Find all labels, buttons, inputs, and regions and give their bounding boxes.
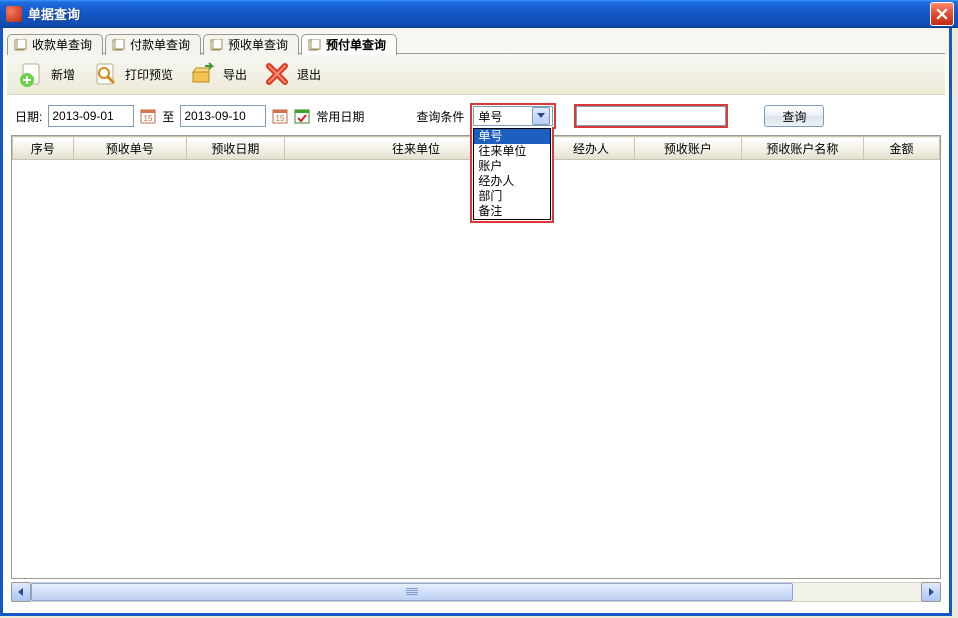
- preview-icon: [91, 60, 119, 88]
- col-handler[interactable]: 经办人: [548, 137, 635, 160]
- condition-select[interactable]: 单号: [473, 106, 553, 126]
- tab-label: 收款单查询: [32, 38, 92, 52]
- scroll-track[interactable]: [31, 582, 921, 602]
- condition-dropdown: 单号 往来单位 账户 经办人 部门 备注: [470, 127, 554, 223]
- condition-option[interactable]: 部门: [474, 189, 550, 204]
- condition-selected: 单号: [478, 108, 502, 125]
- condition-option[interactable]: 单号: [474, 129, 550, 144]
- app-icon: [6, 6, 22, 22]
- condition-option[interactable]: 账户: [474, 159, 550, 174]
- doc-icon: [112, 39, 126, 51]
- doc-icon: [14, 39, 28, 51]
- new-label: 新增: [51, 66, 75, 83]
- doc-icon: [308, 39, 322, 51]
- print-preview-button[interactable]: 打印预览: [87, 58, 177, 90]
- col-bill-no[interactable]: 预收单号: [73, 137, 186, 160]
- tab-payment-query[interactable]: 付款单查询: [105, 34, 201, 55]
- date-to-input[interactable]: [180, 105, 266, 127]
- calendar-icon[interactable]: 15: [272, 108, 288, 124]
- export-label: 导出: [223, 66, 247, 83]
- date-from-input[interactable]: [48, 105, 134, 127]
- condition-option[interactable]: 备注: [474, 204, 550, 219]
- search-input-wrap: [574, 104, 728, 128]
- new-button[interactable]: 新增: [13, 58, 79, 90]
- tab-prereceipt-query[interactable]: 预收单查询: [203, 34, 299, 55]
- query-row: 日期: 15 至 15 常用日期 查询条件 单号 单号 往来: [7, 95, 945, 135]
- col-bill-date[interactable]: 预收日期: [186, 137, 284, 160]
- search-button[interactable]: 查询: [764, 105, 824, 127]
- common-dates-label: 常用日期: [316, 108, 364, 125]
- tab-prepayment-query[interactable]: 预付单查询: [301, 34, 397, 55]
- common-dates-icon[interactable]: [294, 108, 310, 124]
- scroll-right-button[interactable]: [921, 582, 941, 602]
- tab-label: 付款单查询: [130, 38, 190, 52]
- tab-strip: 收款单查询 付款单查询 预收单查询 预付单查询: [3, 28, 949, 54]
- svg-text:15: 15: [144, 114, 153, 123]
- exit-label: 退出: [297, 66, 321, 83]
- tab-receipt-query[interactable]: 收款单查询: [7, 34, 103, 55]
- calendar-icon[interactable]: 15: [140, 108, 156, 124]
- exit-icon: [263, 60, 291, 88]
- grip-icon: [406, 588, 418, 596]
- horizontal-scrollbar[interactable]: [11, 583, 941, 601]
- col-index[interactable]: 序号: [13, 137, 74, 160]
- toolbar: 新增 打印预览 导出 退出: [7, 54, 945, 95]
- tab-label: 预付单查询: [326, 38, 386, 52]
- close-icon: [936, 8, 948, 20]
- add-icon: [17, 60, 45, 88]
- svg-text:15: 15: [276, 114, 285, 123]
- col-amount[interactable]: 金额: [864, 137, 940, 160]
- doc-icon: [210, 39, 224, 51]
- preview-label: 打印预览: [125, 66, 173, 83]
- export-button[interactable]: 导出: [185, 58, 251, 90]
- close-button[interactable]: [930, 2, 954, 26]
- col-acct-name[interactable]: 预收账户名称: [741, 137, 863, 160]
- condition-option[interactable]: 往来单位: [474, 144, 550, 159]
- date-label: 日期:: [15, 108, 42, 125]
- scroll-left-button[interactable]: [11, 582, 31, 602]
- title-bar: 单据查询: [0, 0, 958, 28]
- date-to-label: 至: [162, 108, 174, 125]
- condition-select-wrap: 单号 单号 往来单位 账户 经办人 部门 备注: [470, 103, 556, 129]
- exit-button[interactable]: 退出: [259, 58, 325, 90]
- search-input[interactable]: [576, 106, 726, 126]
- col-account[interactable]: 预收账户: [635, 137, 742, 160]
- export-icon: [189, 60, 217, 88]
- condition-label: 查询条件: [416, 108, 464, 125]
- condition-option[interactable]: 经办人: [474, 174, 550, 189]
- scroll-thumb[interactable]: [31, 583, 793, 601]
- chevron-down-icon: [532, 107, 550, 125]
- window-title: 单据查询: [28, 4, 80, 23]
- tab-label: 预收单查询: [228, 38, 288, 52]
